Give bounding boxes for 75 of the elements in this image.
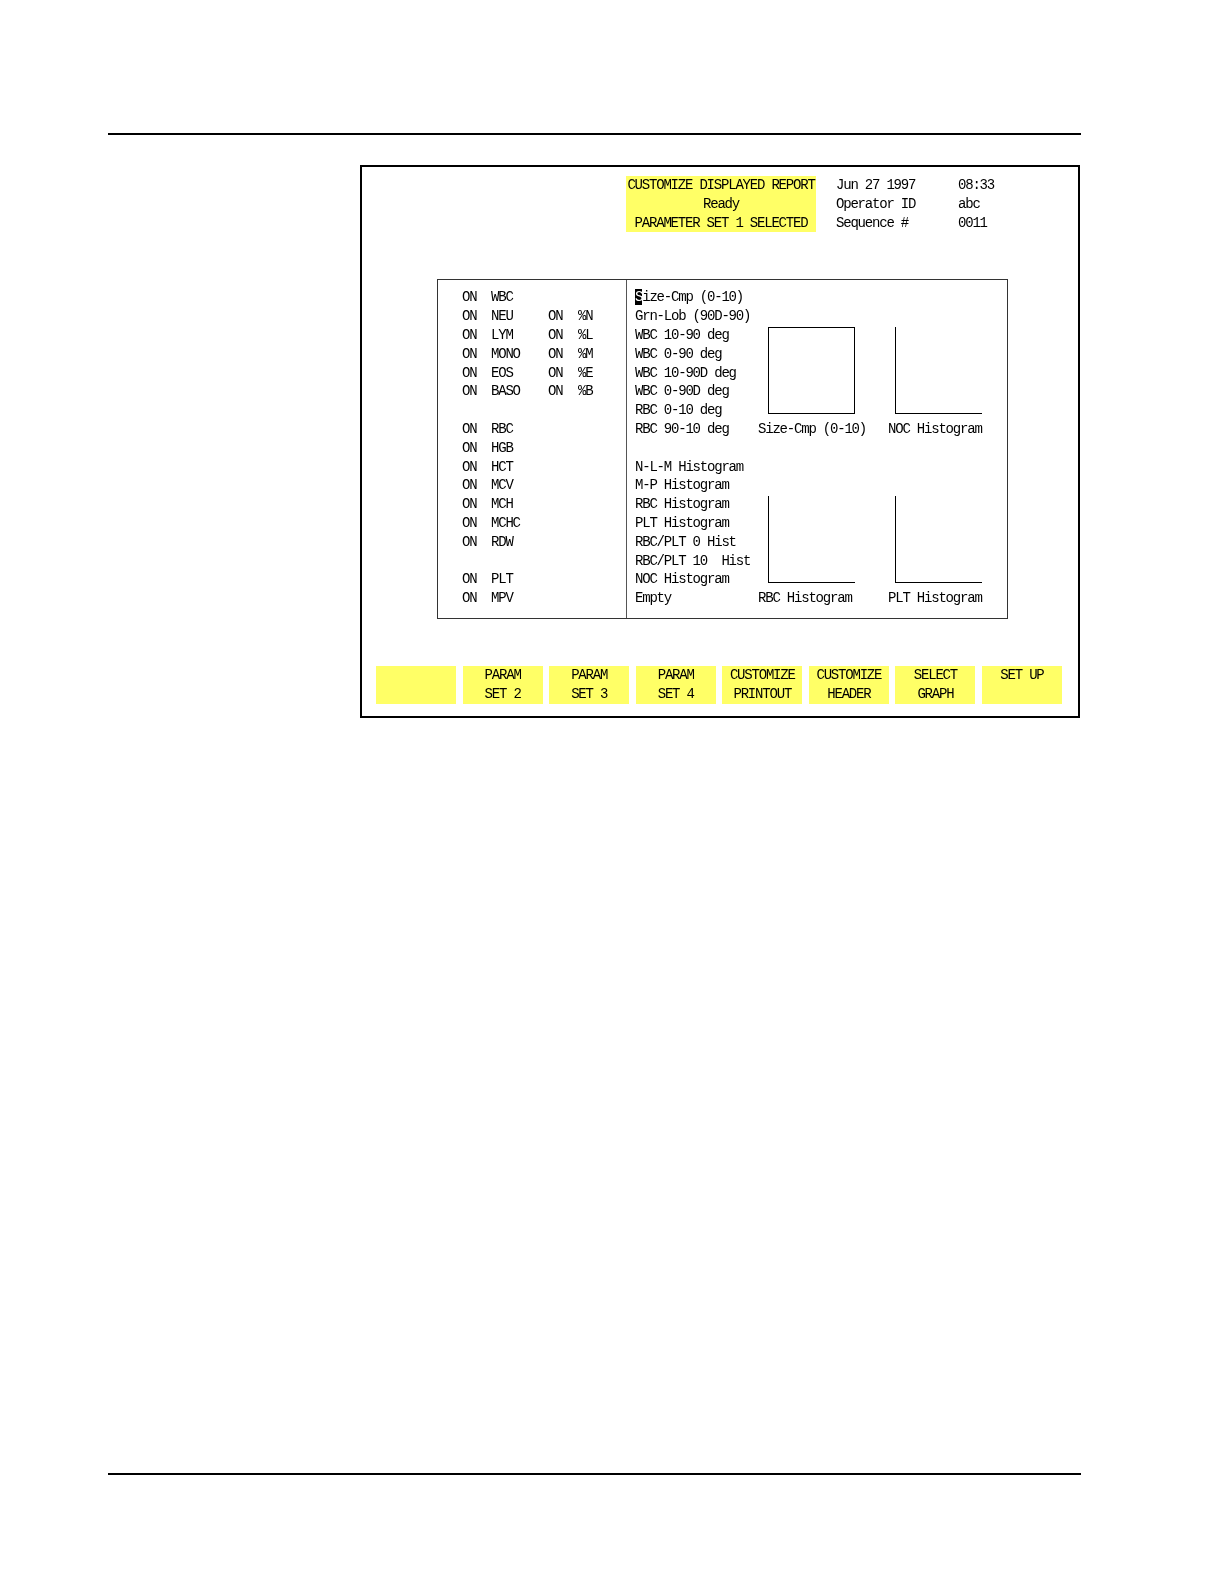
soft-key[interactable]: PARAM SET 2 (462, 666, 543, 705)
soft-key[interactable]: SELECT GRAPH (895, 666, 976, 705)
parameter-name: WBC (491, 288, 514, 308)
soft-key[interactable]: SET UP (981, 666, 1062, 705)
parameter-status[interactable]: ON (462, 438, 491, 458)
parameter-status[interactable]: ON (462, 344, 491, 364)
graph-option[interactable]: PLT Histogram (635, 513, 729, 533)
parameter-name: NEU (491, 307, 514, 326)
graph-option[interactable]: WBC 0-90 deg (635, 344, 722, 364)
parameter-status[interactable]: ON (462, 419, 491, 439)
parameter-status[interactable]: ON (462, 326, 491, 345)
parameter-name: PLT (491, 570, 515, 590)
graph-label: Size-Cmp (0-10) (758, 420, 868, 439)
screen-title: CUSTOMIZE DISPLAYED REPORT (627, 176, 815, 195)
parameter-name: MPV (491, 589, 515, 608)
graph-option[interactable]: WBC 10-90D deg (635, 363, 736, 383)
graph-label: RBC Histogram (758, 589, 854, 608)
parameter-status[interactable]: ON (548, 382, 578, 402)
parameter-set-text: PARAMETER SET 1 SELECTED (634, 213, 808, 233)
soft-key[interactable]: CUSTOMIZE PRINTOUT (722, 666, 803, 705)
graph-option[interactable]: RBC 90-10 deg (635, 419, 729, 439)
parameter-name: %M (578, 344, 594, 364)
graph-option[interactable]: RBC/PLT 10 Hist (635, 551, 751, 571)
graph-option[interactable]: WBC 0-90D deg (635, 382, 729, 402)
field-value: 0011 (958, 213, 989, 233)
parameter-name: %N (578, 307, 594, 326)
parameter-status[interactable]: ON (462, 457, 491, 477)
parameter-status[interactable]: ON (462, 476, 491, 496)
parameter-name: RBC (491, 419, 514, 439)
graph-label: PLT Histogram (888, 589, 982, 608)
parameter-status[interactable]: ON (462, 495, 491, 514)
parameter-status[interactable]: ON (462, 570, 491, 590)
parameter-name: MCHC (491, 513, 521, 533)
graph-option[interactable]: RBC/PLT 0 Hist (635, 532, 736, 552)
status-text: Ready (703, 194, 739, 214)
parameter-name: LYM (491, 326, 514, 345)
parameter-status[interactable]: ON (548, 307, 578, 326)
parameter-status[interactable]: ON (462, 382, 491, 402)
graph-option[interactable]: RBC 0-10 deg (635, 401, 722, 420)
graph-option[interactable]: Grn-Lob (90D-90) (635, 307, 751, 326)
parameter-status[interactable]: ON (462, 363, 491, 383)
parameter-name: HCT (491, 457, 515, 477)
parameter-name: RDW (491, 532, 515, 552)
field-value: abc (958, 194, 981, 214)
graph-option[interactable]: N-L-M Histogram (635, 457, 744, 477)
field-label: Sequence # (836, 213, 910, 233)
date-text: Jun 27 1997 (836, 176, 917, 195)
parameter-name: %L (578, 326, 594, 345)
parameter-name: %B (578, 382, 594, 402)
graph-option[interactable]: RBC Histogram (635, 495, 729, 514)
soft-key[interactable]: PARAM SET 4 (635, 666, 716, 705)
parameter-name: EOS (491, 363, 515, 383)
graph-option[interactable]: Empty (635, 589, 671, 608)
parameter-name: MONO (491, 344, 521, 364)
parameter-status[interactable]: ON (462, 589, 491, 608)
parameter-status[interactable]: ON (462, 513, 491, 533)
graph-option[interactable]: NOC Histogram (635, 570, 729, 590)
time-text: 08:33 (958, 176, 994, 195)
parameter-status[interactable]: ON (548, 363, 578, 383)
soft-key[interactable]: CUSTOMIZE HEADER (808, 666, 889, 705)
parameter-status[interactable]: ON (548, 344, 578, 364)
parameter-status[interactable]: ON (462, 288, 491, 308)
graph-option[interactable]: M-P Histogram (635, 476, 729, 496)
parameter-status[interactable]: ON (462, 532, 491, 552)
parameter-name: MCV (491, 476, 515, 496)
graph-option[interactable]: WBC 10-90 deg (635, 326, 729, 345)
parameter-name: MCH (491, 495, 514, 514)
parameter-status[interactable]: ON (462, 307, 491, 326)
parameter-name: %E (578, 363, 594, 383)
soft-key[interactable]: PARAM SET 3 (549, 666, 630, 705)
parameter-name: HGB (491, 438, 515, 458)
parameter-name: BASO (491, 382, 521, 402)
field-label: Operator ID (836, 194, 917, 214)
graph-label: NOC Histogram (888, 420, 982, 439)
parameter-status[interactable]: ON (548, 326, 578, 345)
